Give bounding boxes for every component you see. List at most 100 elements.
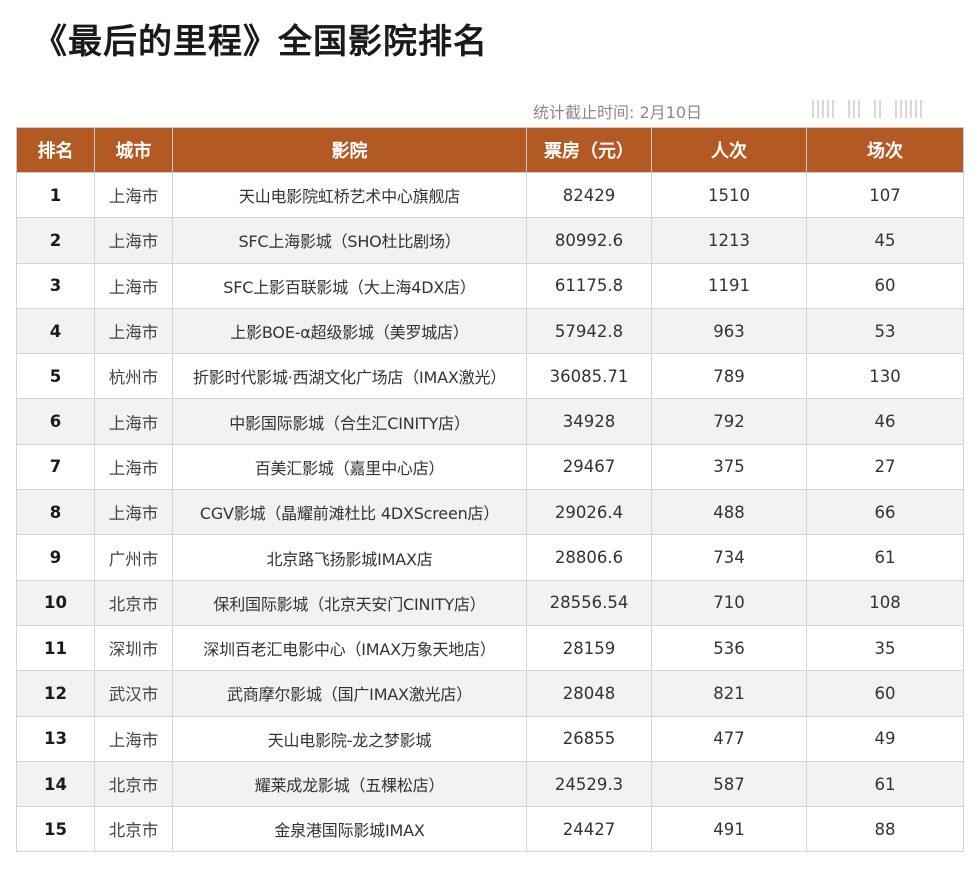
header-rank: 排名 (16, 127, 95, 173)
cell-box-office: 29026.4 (526, 489, 652, 536)
cell-city: 北京市 (94, 806, 173, 853)
cell-admissions: 789 (651, 353, 807, 400)
cell-admissions: 963 (651, 307, 807, 355)
header-admissions: 人次 (651, 127, 807, 173)
cell-screenings: 66 (806, 489, 964, 536)
cell-rank: 15 (16, 806, 95, 853)
watermark-logo (812, 98, 962, 120)
cell-admissions: 821 (651, 670, 807, 717)
cell-cinema: 保利国际影城（北京天安门CINITY店） (172, 579, 527, 626)
header-city: 城市 (94, 127, 173, 173)
page-title: 《最后的里程》全国影院排名 (33, 22, 488, 62)
cinema-ranking-table: 排名 城市 影院 票房（元） 人次 场次 1 上海市 天山电影院虹桥艺术中心旗舰店 8… (16, 127, 964, 853)
cell-box-office: 28806.6 (526, 534, 652, 581)
cell-cinema: 耀莱成龙影城（五棵松店） (172, 760, 527, 808)
table-row: 10 北京市 保利国际影城（北京天安门CINITY店） 28556.54 710 108 (16, 579, 964, 626)
cell-screenings: 45 (806, 217, 964, 264)
cell-box-office: 80992.6 (526, 217, 652, 264)
cell-box-office: 26855 (526, 715, 652, 762)
cell-cinema: 天山电影院虹桥艺术中心旗舰店 (172, 171, 527, 219)
cell-cinema: 天山电影院-龙之梦影城 (172, 715, 527, 762)
cell-box-office: 24427 (526, 806, 652, 853)
cell-screenings: 130 (806, 353, 964, 400)
cell-city: 上海市 (94, 715, 173, 762)
cell-rank: 4 (16, 307, 95, 355)
cell-city: 上海市 (94, 217, 173, 264)
cell-screenings: 61 (806, 760, 964, 808)
cell-cinema: 武商摩尔影城（国广IMAX激光店） (172, 670, 527, 717)
cell-admissions: 587 (651, 760, 807, 808)
cell-rank: 13 (16, 715, 95, 762)
cell-rank: 2 (16, 217, 95, 264)
cell-screenings: 60 (806, 670, 964, 717)
cell-admissions: 1510 (651, 171, 807, 219)
cell-city: 北京市 (94, 579, 173, 626)
cell-admissions: 491 (651, 806, 807, 853)
cell-admissions: 488 (651, 489, 807, 536)
cell-rank: 5 (16, 353, 95, 400)
cell-cinema: SFC上海影城（SHO杜比剧场） (172, 217, 527, 264)
cell-rank: 11 (16, 624, 95, 672)
cell-cinema: 折影时代影城·西湖文化广场店（IMAX激光） (172, 353, 527, 400)
cell-city: 杭州市 (94, 353, 173, 400)
cell-screenings: 60 (806, 262, 964, 309)
cell-box-office: 36085.71 (526, 353, 652, 400)
cell-box-office: 24529.3 (526, 760, 652, 808)
cell-screenings: 35 (806, 624, 964, 672)
table-row: 7 上海市 百美汇影城（嘉里中心店） 29467 375 27 (16, 443, 964, 491)
cell-box-office: 28159 (526, 624, 652, 672)
cell-cinema: 百美汇影城（嘉里中心店） (172, 443, 527, 491)
cell-screenings: 108 (806, 579, 964, 626)
header-screenings: 场次 (806, 127, 964, 173)
cell-rank: 8 (16, 489, 95, 536)
table-row: 9 广州市 北京路飞扬影城IMAX店 28806.6 734 61 (16, 534, 964, 581)
table-row: 12 武汉市 武商摩尔影城（国广IMAX激光店） 28048 821 60 (16, 670, 964, 717)
table-row: 8 上海市 CGV影城（晶耀前滩杜比 4DXScreen店） 29026.4 488 66 (16, 489, 964, 536)
table-header-row: 排名 城市 影院 票房（元） 人次 场次 (16, 127, 964, 173)
cell-city: 上海市 (94, 307, 173, 355)
cell-city: 北京市 (94, 760, 173, 808)
table-row: 1 上海市 天山电影院虹桥艺术中心旗舰店 82429 1510 107 (16, 171, 964, 219)
cell-admissions: 1191 (651, 262, 807, 309)
stats-cutoff-label: 统计截止时间: (533, 103, 635, 122)
cell-screenings: 53 (806, 307, 964, 355)
cell-cinema: 深圳百老汇电影中心（IMAX万象天地店） (172, 624, 527, 672)
cell-admissions: 710 (651, 579, 807, 626)
table-row: 11 深圳市 深圳百老汇电影中心（IMAX万象天地店） 28159 536 35 (16, 624, 964, 672)
cell-admissions: 375 (651, 443, 807, 491)
table-row: 14 北京市 耀莱成龙影城（五棵松店） 24529.3 587 61 (16, 760, 964, 808)
cell-box-office: 34928 (526, 398, 652, 445)
cell-screenings: 49 (806, 715, 964, 762)
cell-screenings: 46 (806, 398, 964, 445)
cell-rank: 3 (16, 262, 95, 309)
cell-rank: 10 (16, 579, 95, 626)
cell-admissions: 734 (651, 534, 807, 581)
cell-box-office: 29467 (526, 443, 652, 491)
cell-rank: 6 (16, 398, 95, 445)
table-row: 15 北京市 金泉港国际影城IMAX 24427 491 88 (16, 806, 964, 853)
cell-city: 广州市 (94, 534, 173, 581)
cell-screenings: 27 (806, 443, 964, 491)
cell-rank: 12 (16, 670, 95, 717)
cell-cinema: 金泉港国际影城IMAX (172, 806, 527, 853)
table-row: 2 上海市 SFC上海影城（SHO杜比剧场） 80992.6 1213 45 (16, 217, 964, 264)
table-row: 3 上海市 SFC上影百联影城（大上海4DX店） 61175.8 1191 60 (16, 262, 964, 309)
cell-cinema: SFC上影百联影城（大上海4DX店） (172, 262, 527, 309)
cell-city: 上海市 (94, 489, 173, 536)
cell-admissions: 536 (651, 624, 807, 672)
cell-city: 上海市 (94, 171, 173, 219)
cell-box-office: 61175.8 (526, 262, 652, 309)
cell-city: 上海市 (94, 398, 173, 445)
cell-city: 武汉市 (94, 670, 173, 717)
cell-rank: 9 (16, 534, 95, 581)
cell-box-office: 28048 (526, 670, 652, 717)
cell-cinema: 上影BOE-α超级影城（美罗城店） (172, 307, 527, 355)
cell-screenings: 88 (806, 806, 964, 853)
stats-cutoff-date: 2月10日 (639, 103, 703, 122)
cell-city: 深圳市 (94, 624, 173, 672)
cell-rank: 1 (16, 171, 95, 219)
table-row: 6 上海市 中影国际影城（合生汇CINITY店） 34928 792 46 (16, 398, 964, 445)
cell-rank: 7 (16, 443, 95, 491)
cell-city: 上海市 (94, 443, 173, 491)
table-row: 4 上海市 上影BOE-α超级影城（美罗城店） 57942.8 963 53 (16, 307, 964, 355)
